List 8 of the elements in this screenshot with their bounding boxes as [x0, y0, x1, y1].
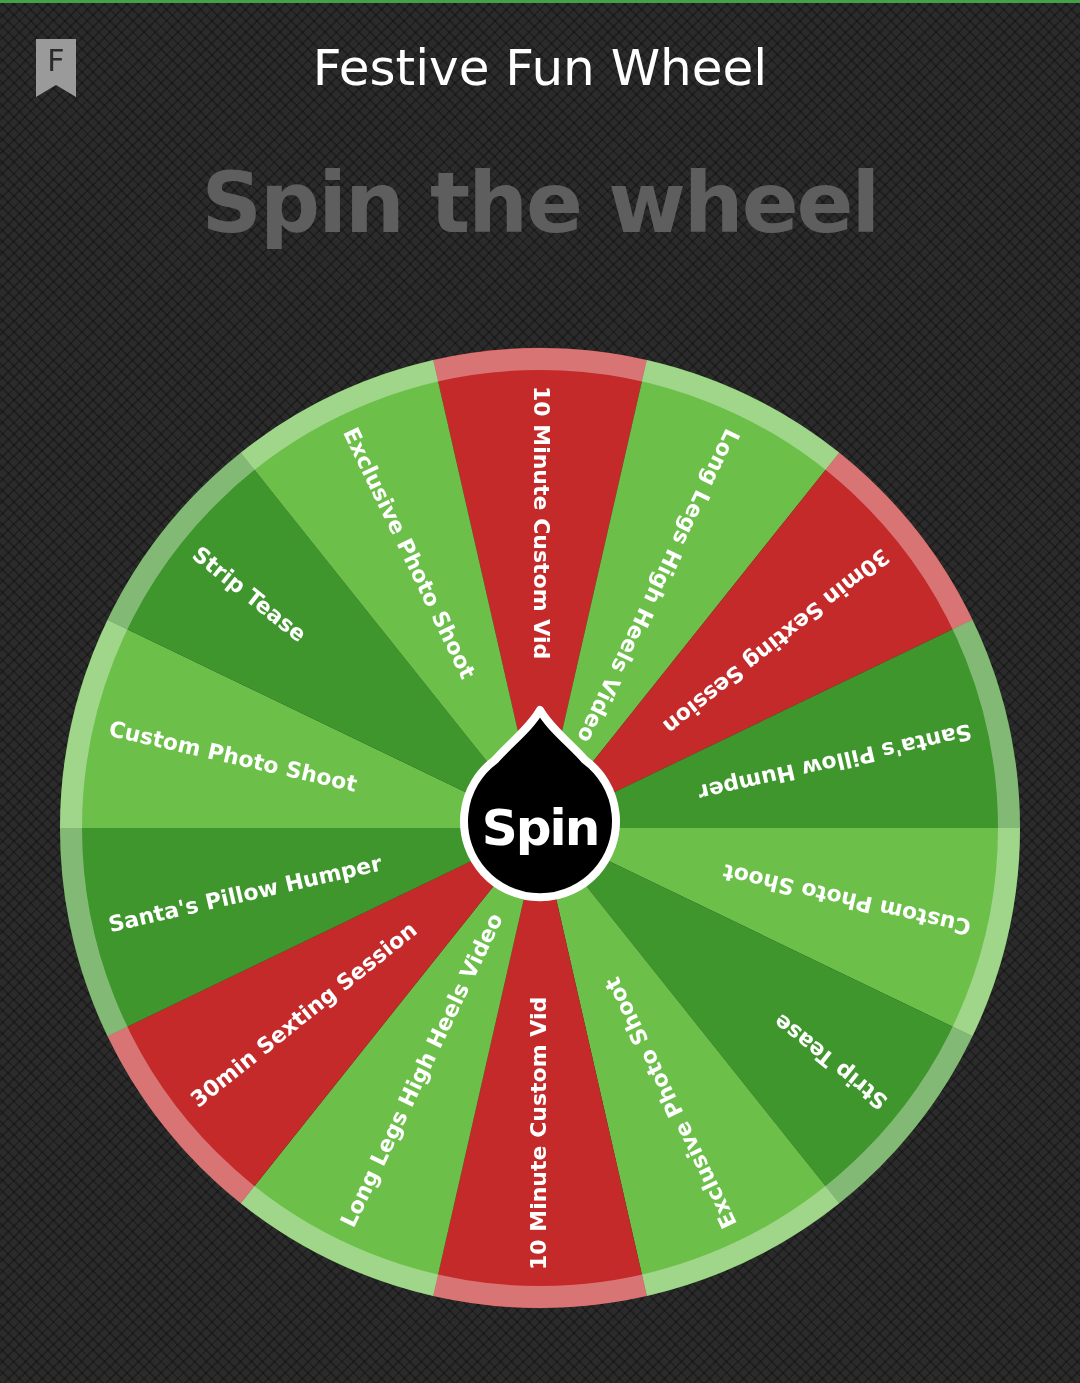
segment-label: 10 Minute Custom Vid — [526, 996, 551, 1270]
segment-label: Santa's Pillow Humper — [105, 850, 385, 938]
segment-label: Santa's Pillow Humper — [695, 718, 975, 806]
app-title: Festive Fun Wheel — [312, 39, 768, 97]
segment-label: Custom Photo Shoot — [106, 716, 360, 797]
segment-label: 10 Minute Custom Vid — [529, 386, 554, 660]
page-heading: Spin the wheel — [200, 153, 880, 254]
segment-label: Custom Photo Shoot — [720, 859, 974, 940]
